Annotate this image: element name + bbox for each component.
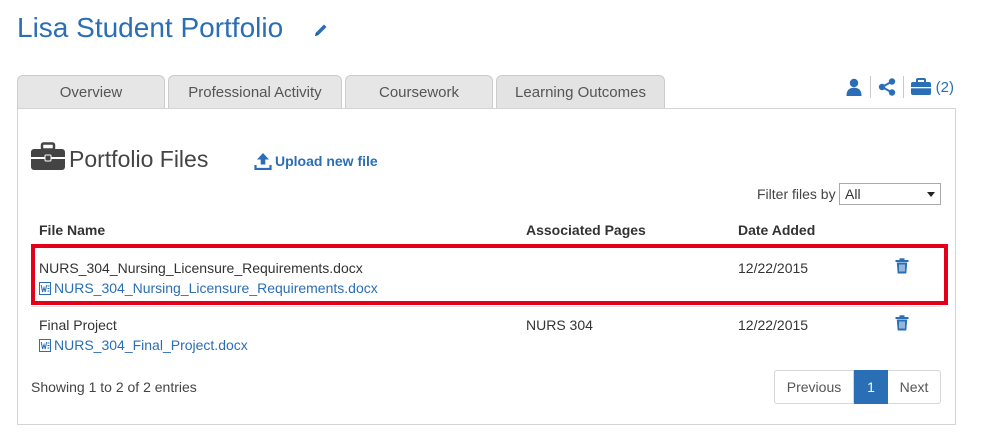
filter-label: Filter files by: [757, 186, 836, 202]
column-header-date-added[interactable]: Date Added: [738, 222, 815, 238]
tab-overview[interactable]: Overview: [17, 75, 165, 109]
divider: [902, 76, 904, 98]
tab-learning-outcomes[interactable]: Learning Outcomes: [496, 75, 665, 109]
trash-icon[interactable]: [895, 315, 909, 331]
column-header-associated-pages[interactable]: Associated Pages: [526, 222, 646, 238]
tab-coursework[interactable]: Coursework: [345, 75, 493, 109]
file-link[interactable]: NURS_304_Final_Project.docx: [39, 337, 248, 353]
tab-coursework-label: Coursework: [378, 84, 460, 101]
date-added: 12/22/2015: [738, 317, 809, 333]
portfolio-actions: (2): [844, 75, 954, 99]
upload-new-file-link[interactable]: Upload new file: [254, 152, 378, 170]
previous-page-button[interactable]: Previous: [774, 370, 854, 404]
row-divider: [31, 306, 941, 307]
highlight-box: [31, 244, 948, 305]
page-1-button[interactable]: 1: [854, 370, 888, 404]
tab-overview-label: Overview: [59, 84, 123, 101]
caret-down-icon: [927, 192, 935, 197]
upload-new-file-label: Upload new file: [275, 153, 378, 169]
share-icon[interactable]: [877, 77, 897, 97]
associated-pages: NURS 304: [526, 317, 593, 333]
filter-select[interactable]: All: [839, 183, 941, 205]
column-header-file-name[interactable]: File Name: [39, 222, 105, 238]
section-title: Portfolio Files: [69, 146, 209, 172]
tab-professional-activity-label: Professional Activity: [188, 84, 322, 101]
briefcase-icon[interactable]: [910, 77, 932, 97]
page-title: Lisa Student Portfolio: [17, 12, 284, 43]
upload-icon: [254, 153, 272, 170]
divider: [869, 76, 871, 98]
user-icon[interactable]: [844, 77, 864, 97]
file-title: Final Project: [39, 317, 117, 333]
filter-selected-value: All: [845, 186, 861, 202]
briefcase-icon: [31, 142, 65, 170]
portfolio-count[interactable]: (2): [936, 79, 954, 96]
word-document-icon: [39, 338, 51, 352]
file-link-label: NURS_304_Final_Project.docx: [54, 337, 248, 353]
tab-learning-outcomes-label: Learning Outcomes: [515, 84, 646, 101]
showing-entries: Showing 1 to 2 of 2 entries: [31, 379, 197, 395]
tab-professional-activity[interactable]: Professional Activity: [168, 75, 342, 109]
next-page-button[interactable]: Next: [888, 370, 941, 404]
pagination: Previous 1 Next: [774, 370, 941, 404]
pencil-icon[interactable]: [313, 22, 329, 38]
